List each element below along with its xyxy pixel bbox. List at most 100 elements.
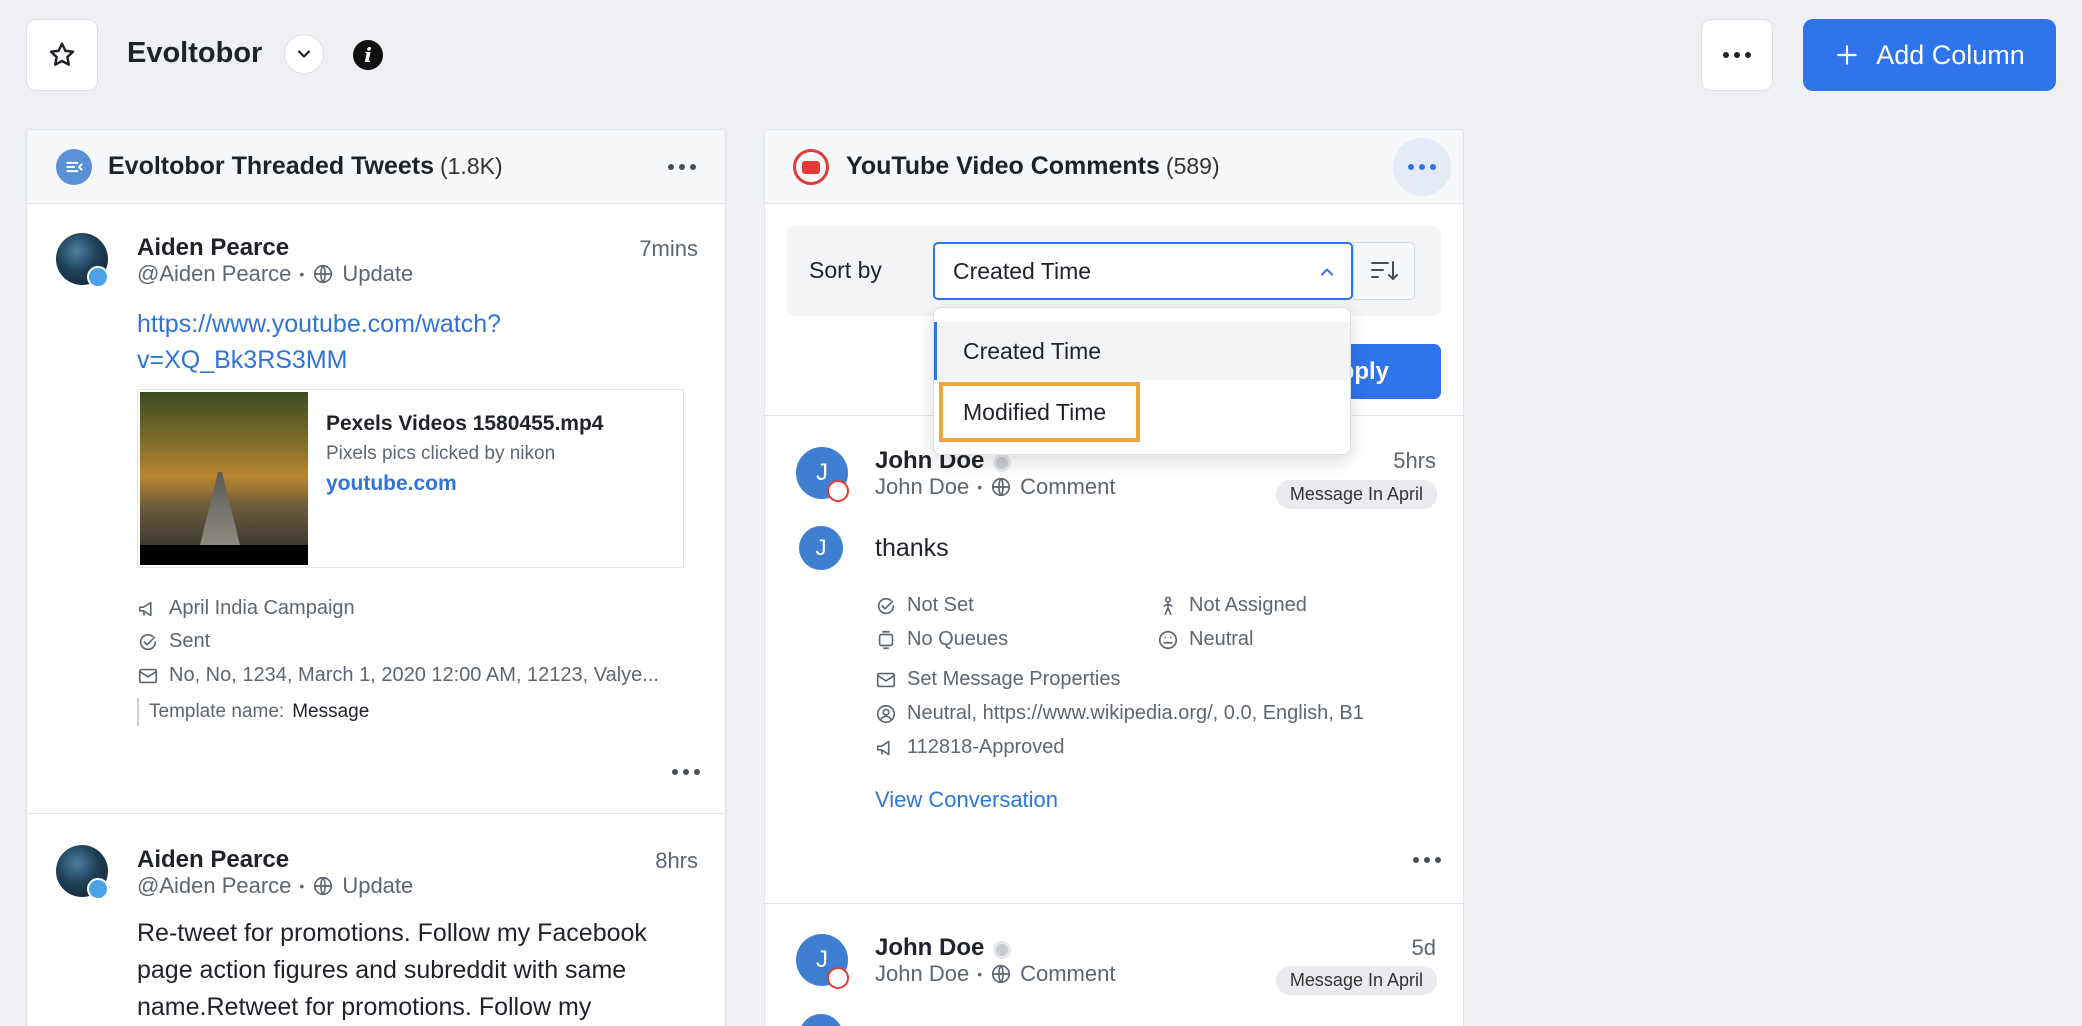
sort-select[interactable]: Created Time — [933, 242, 1353, 300]
link-preview-card[interactable]: Pexels Videos 1580455.mp4 Pixels pics cl… — [137, 389, 684, 568]
campaign-row: 112818-Approved — [875, 736, 1065, 759]
workspace-dropdown-button[interactable] — [284, 34, 324, 74]
divider — [27, 813, 725, 814]
author-handle-line: @Aiden Pearce • Update — [137, 873, 414, 898]
post-menu-icon[interactable] — [671, 762, 701, 782]
add-column-label: Add Column — [1876, 39, 2025, 70]
globe-icon — [992, 477, 1011, 497]
author-handle-line: John Doe • Comment — [875, 961, 1116, 986]
status-row: Not Set — [875, 594, 974, 617]
more-horizontal-icon — [1408, 164, 1436, 170]
youtube-icon — [827, 480, 849, 502]
post-time: 8hrs — [655, 848, 698, 873]
youtube-icon — [827, 967, 849, 989]
sentiment-row: Neutral — [1157, 628, 1253, 651]
post-menu-icon[interactable] — [1412, 850, 1442, 870]
twitter-column-title: Evoltobor Threaded Tweets — [108, 152, 434, 180]
add-column-button[interactable]: Add Column — [1803, 19, 2056, 91]
post-time: 7mins — [639, 236, 698, 261]
sort-option-label: Created Time — [963, 338, 1102, 364]
globe-icon — [314, 876, 333, 896]
post-text: Re-tweet for promotions. Follow my Faceb… — [137, 915, 647, 1026]
sort-option-created-time[interactable]: Created Time — [934, 322, 1350, 380]
workspace-title: Evoltobor — [127, 37, 263, 69]
post-link[interactable]: https://www.youtube.com/watch? v=XQ_Bk3R… — [137, 306, 501, 378]
youtube-column-title: YouTube Video Comments — [846, 152, 1160, 180]
assignee-row: Not Assigned — [1157, 594, 1307, 617]
twitter-column-menu-icon[interactable] — [667, 154, 697, 180]
divider — [765, 903, 1463, 904]
sort-order-button[interactable] — [1353, 242, 1415, 300]
post-link-line: v=XQ_Bk3RS3MM — [137, 346, 348, 374]
post-time: 5d — [1411, 935, 1436, 960]
twitter-column: Evoltobor Threaded Tweets (1.8K) Aiden Pe… — [26, 129, 726, 1026]
assignee-icon — [1163, 595, 1173, 615]
post-text-line: page action figures and subreddit with s… — [137, 956, 627, 984]
sort-dropdown-menu: Created Time Modified Time — [933, 307, 1351, 455]
sort-descending-icon — [1371, 261, 1398, 281]
queues-row: No Queues — [875, 628, 1008, 651]
campaign-name: April India Campaign — [169, 597, 355, 619]
template-label: Template name: — [149, 701, 285, 722]
status-text[interactable]: Not Set — [907, 594, 974, 617]
author-handle: @Aiden Pearce — [137, 261, 292, 286]
author-name[interactable]: Aiden Pearce — [137, 234, 289, 262]
chevron-up-icon — [1321, 268, 1333, 276]
avatar: J — [799, 526, 843, 570]
message-badge: Message In April — [1275, 966, 1437, 995]
info-icon[interactable]: i — [353, 40, 383, 70]
sort-select-value: Created Time — [953, 258, 1092, 284]
youtube-icon — [793, 149, 829, 185]
campaign-name: 112818-Approved — [907, 736, 1065, 758]
status-row: Sent — [137, 630, 210, 653]
post-link-line: https://www.youtube.com/watch? — [137, 310, 502, 338]
favorite-button[interactable] — [26, 19, 98, 91]
post-time: 5hrs — [1393, 448, 1436, 473]
post-type: Update — [342, 261, 414, 286]
verified-dot-icon — [993, 941, 1011, 959]
queues-text[interactable]: No Queues — [907, 628, 1008, 651]
post-type: Update — [342, 873, 414, 898]
youtube-column-menu-button[interactable] — [1393, 138, 1451, 196]
set-properties-text[interactable]: Set Message Properties — [907, 668, 1120, 691]
template-value: Message — [292, 701, 370, 722]
properties-row: Neutral, https://www.wikipedia.org/, 0.0… — [875, 702, 1364, 725]
twitter-icon — [87, 266, 109, 288]
link-preview-domain[interactable]: youtube.com — [326, 472, 457, 496]
youtube-column-header: YouTube Video Comments (589) — [765, 130, 1463, 204]
sort-by-label: Sort by — [809, 257, 882, 283]
message-badge: Message In April — [1275, 480, 1437, 509]
properties-text: Neutral, https://www.wikipedia.org/, 0.0… — [907, 702, 1364, 724]
assignee-text[interactable]: Not Assigned — [1189, 594, 1307, 617]
neutral-face-icon — [1158, 630, 1178, 649]
sentiment-text[interactable]: Neutral — [1189, 628, 1253, 651]
post-type: Comment — [1020, 961, 1116, 986]
twitter-column-count: (1.8K) — [439, 153, 503, 179]
chevron-down-icon — [297, 50, 311, 58]
twitter-column-header: Evoltobor Threaded Tweets (1.8K) — [27, 130, 725, 204]
more-horizontal-icon — [1723, 52, 1751, 58]
youtube-column-count: (589) — [1165, 153, 1220, 179]
globe-icon — [314, 264, 333, 284]
view-conversation-link[interactable]: View Conversation — [875, 787, 1058, 813]
link-preview-title: Pexels Videos 1580455.mp4 — [326, 412, 604, 435]
campaign-row: April India Campaign — [137, 597, 355, 620]
status-check-icon — [139, 633, 157, 650]
verified-dot-icon — [993, 454, 1011, 472]
twitter-icon — [87, 878, 109, 900]
post-text-line: name.Retweet for promotions. Follow my — [137, 993, 592, 1021]
template-row: Template name: Message — [137, 698, 369, 726]
author-name[interactable]: John Doe — [875, 934, 984, 962]
plus-icon — [1837, 45, 1857, 65]
star-icon — [49, 42, 75, 66]
link-preview-thumbnail — [140, 392, 308, 565]
link-preview-description: Pixels pics clicked by nikon — [326, 443, 556, 464]
author-name[interactable]: Aiden Pearce — [137, 846, 289, 874]
megaphone-icon — [138, 601, 152, 616]
sort-option-modified-time[interactable]: Modified Time — [939, 382, 1140, 442]
threaded-tweets-icon — [56, 149, 92, 185]
properties-row: No, No, 1234, March 1, 2020 12:00 AM, 12… — [137, 664, 659, 687]
more-options-button[interactable] — [1701, 19, 1773, 91]
set-properties-row: Set Message Properties — [875, 668, 1120, 691]
author-handle-line: @Aiden Pearce • Update — [137, 261, 414, 286]
